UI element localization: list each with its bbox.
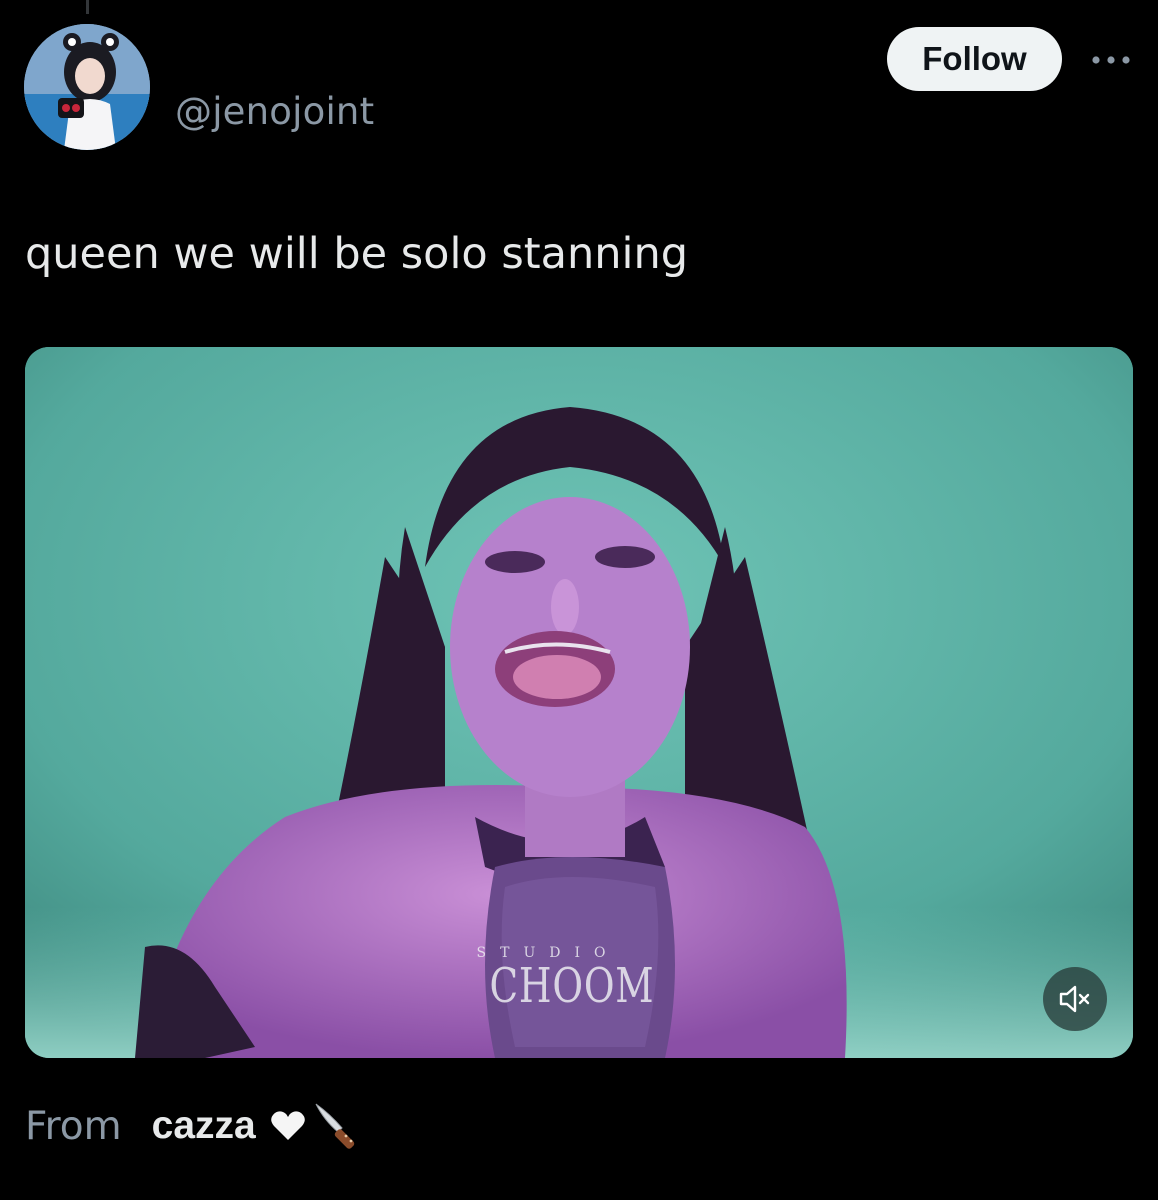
avatar-image <box>24 24 150 150</box>
from-label: From <box>25 1103 122 1149</box>
white-heart-emoji <box>270 1111 305 1140</box>
follow-button[interactable]: Follow <box>887 27 1062 91</box>
mute-toggle-button[interactable] <box>1043 967 1107 1031</box>
source-name-link[interactable]: cazza <box>152 1104 256 1148</box>
avatar[interactable] <box>24 24 150 150</box>
author-handle[interactable]: @jenojoint <box>175 90 374 134</box>
volume-muted-icon <box>1059 985 1090 1013</box>
watermark-main-text: CHOOM <box>489 958 655 1014</box>
source-emoji <box>268 1098 364 1154</box>
more-options-button[interactable] <box>1088 40 1134 80</box>
post-text: queen we will be solo stanning <box>25 229 689 279</box>
source-attribution: From cazza <box>25 1096 364 1156</box>
post-video[interactable]: STUDIO CHOOM <box>25 347 1133 1058</box>
kitchen-knife-emoji <box>315 1103 354 1149</box>
studio-choom-watermark: STUDIO CHOOM <box>473 945 655 1014</box>
thread-connector-line <box>86 0 89 14</box>
more-horizontal-icon <box>1092 56 1130 64</box>
